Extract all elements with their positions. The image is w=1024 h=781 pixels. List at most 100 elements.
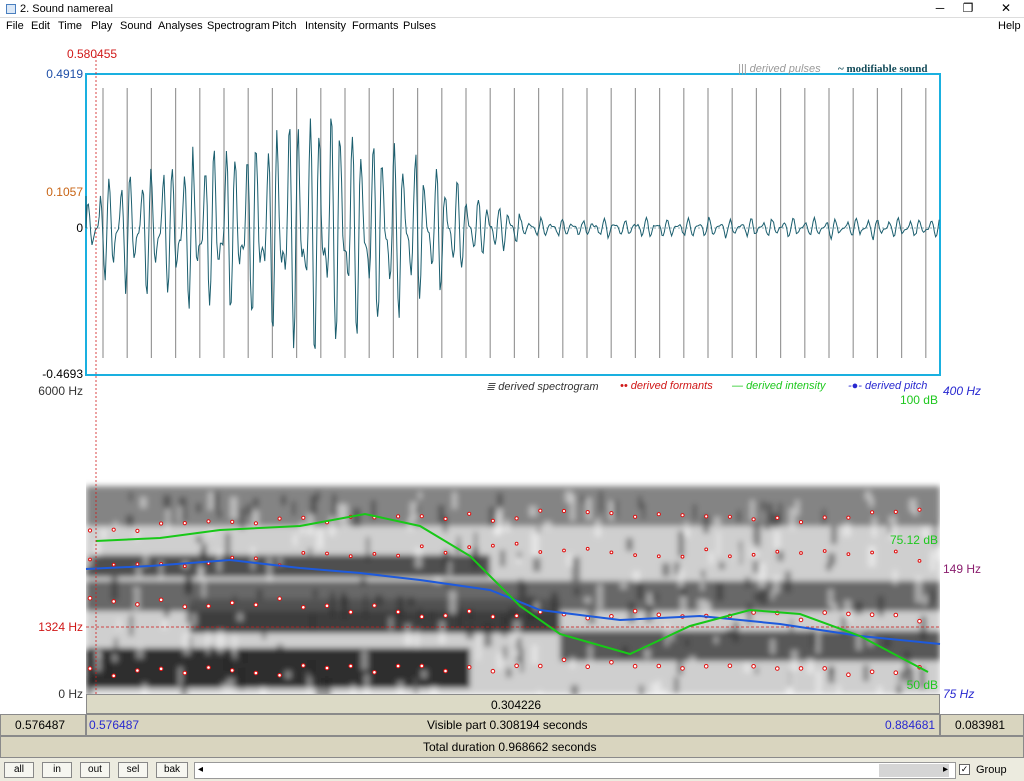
- menu-bar: File Edit Time Play Sound Analyses Spect…: [0, 18, 1024, 36]
- formant-point: [846, 672, 851, 678]
- formant-point: [372, 552, 377, 556]
- formant-point: [490, 668, 496, 674]
- wave-ymid-label: 0.1057: [46, 185, 83, 199]
- formant-point: [301, 663, 306, 668]
- formant-point: [775, 666, 780, 671]
- zoom-out-button[interactable]: out: [80, 762, 110, 778]
- formant-point: [727, 663, 733, 669]
- formant-point: [514, 613, 519, 619]
- formant-point: [633, 514, 638, 519]
- zoom-sel-button[interactable]: sel: [118, 762, 148, 778]
- formant-point: [514, 516, 519, 521]
- formant-point: [348, 663, 354, 669]
- formant-point: [111, 562, 116, 567]
- formant-point: [680, 513, 685, 518]
- menu-time[interactable]: Time: [58, 20, 82, 32]
- formant-point: [656, 663, 662, 669]
- formant-point: [656, 554, 661, 559]
- formant-point: [396, 553, 401, 558]
- formant-point: [656, 512, 661, 517]
- formant-point: [466, 665, 472, 670]
- group-checkbox[interactable]: ✓: [959, 764, 970, 775]
- menu-play[interactable]: Play: [91, 20, 112, 32]
- formant-point: [751, 517, 756, 522]
- menu-edit[interactable]: Edit: [31, 20, 50, 32]
- scroll-right-arrow-icon[interactable]: ▸: [943, 764, 948, 775]
- formant-point: [443, 668, 448, 674]
- legend-pitch: -●- derived pitch: [848, 380, 928, 392]
- pitch-legend-icon: -●-: [848, 380, 862, 392]
- formant-point: [135, 528, 140, 533]
- formant-point: [443, 550, 448, 555]
- formant-point: [348, 554, 353, 559]
- menu-pulses[interactable]: Pulses: [403, 20, 436, 32]
- wave-ymin-label: -0.4693: [42, 367, 83, 381]
- formant-point: [775, 549, 780, 554]
- formant-point: [206, 519, 211, 524]
- formant-point: [632, 663, 638, 669]
- right-segment-duration: 0.083981: [955, 718, 1006, 732]
- formant-point: [206, 665, 211, 670]
- formant-point: [893, 549, 898, 554]
- horizontal-scrollbar[interactable]: ◂ ▸: [194, 762, 956, 779]
- formant-point: [206, 603, 211, 609]
- formant-point: [395, 663, 401, 669]
- formant-point: [135, 562, 140, 567]
- close-button[interactable]: ✕: [990, 0, 1022, 18]
- menu-analyses[interactable]: Analyses: [158, 20, 203, 32]
- scroll-left-arrow-icon[interactable]: ◂: [198, 764, 203, 775]
- formant-point: [443, 516, 448, 521]
- zoom-all-button[interactable]: all: [4, 762, 34, 778]
- formant-point: [704, 547, 709, 552]
- formant-point: [395, 609, 401, 615]
- formant-point: [727, 514, 733, 519]
- formant-point: [491, 543, 495, 548]
- formant-point: [893, 670, 899, 676]
- formant-point: [324, 603, 330, 609]
- spectrogram-legend-icon: ≣: [486, 381, 496, 393]
- formant-point: [301, 515, 306, 520]
- formant-point: [846, 515, 851, 520]
- signal-pane[interactable]: 0.580455 0.4919 0.1057 0 -0.4693 ||| der…: [0, 36, 1024, 714]
- right-segment-bar[interactable]: 0.083981: [940, 714, 1024, 736]
- menu-help[interactable]: Help: [998, 20, 1021, 32]
- zoom-in-button[interactable]: in: [42, 762, 72, 778]
- maximize-button[interactable]: ❐: [952, 0, 984, 18]
- formant-point: [704, 514, 709, 519]
- formant-point: [680, 666, 685, 671]
- scrollbar-thumb[interactable]: [879, 764, 949, 777]
- wave-ymax-label: 0.4919: [46, 67, 83, 81]
- formants-legend-icon: ••: [620, 380, 628, 392]
- visible-part-bar[interactable]: 0.576487 Visible part 0.308194 seconds 0…: [86, 714, 940, 736]
- left-segment-bar[interactable]: 0.576487: [0, 714, 86, 736]
- formant-point: [822, 610, 828, 615]
- signal-canvas[interactable]: [0, 36, 1024, 714]
- formant-point: [277, 596, 282, 601]
- menu-file[interactable]: File: [6, 20, 24, 32]
- menu-pitch[interactable]: Pitch: [272, 20, 296, 32]
- menu-sound[interactable]: Sound: [120, 20, 152, 32]
- selection-bar[interactable]: 0.304226: [86, 694, 940, 714]
- formant-point: [111, 527, 116, 532]
- formant-point: [348, 609, 354, 615]
- formant-point: [893, 509, 898, 514]
- formant-point: [230, 519, 235, 524]
- menu-spectrogram[interactable]: Spectrogram: [207, 20, 270, 32]
- formant-point: [159, 521, 164, 526]
- total-duration-bar[interactable]: Total duration 0.968662 seconds: [0, 736, 1024, 758]
- zoom-back-button[interactable]: bak: [156, 762, 188, 778]
- formant-point: [798, 617, 804, 623]
- window-title: 2. Sound namereal: [20, 3, 113, 15]
- menu-intensity[interactable]: Intensity: [305, 20, 346, 32]
- formant-point: [443, 613, 448, 618]
- legend-formants: •• derived formants: [620, 380, 713, 392]
- formant-point: [419, 544, 424, 549]
- menu-formants[interactable]: Formants: [352, 20, 398, 32]
- formant-point: [182, 564, 187, 569]
- formant-point: [229, 600, 235, 606]
- formant-point: [490, 518, 495, 523]
- formant-point: [324, 665, 330, 671]
- cursor-time-label: 0.580455: [67, 47, 118, 61]
- visible-end-time: 0.884681: [885, 718, 936, 732]
- formant-point: [419, 614, 425, 620]
